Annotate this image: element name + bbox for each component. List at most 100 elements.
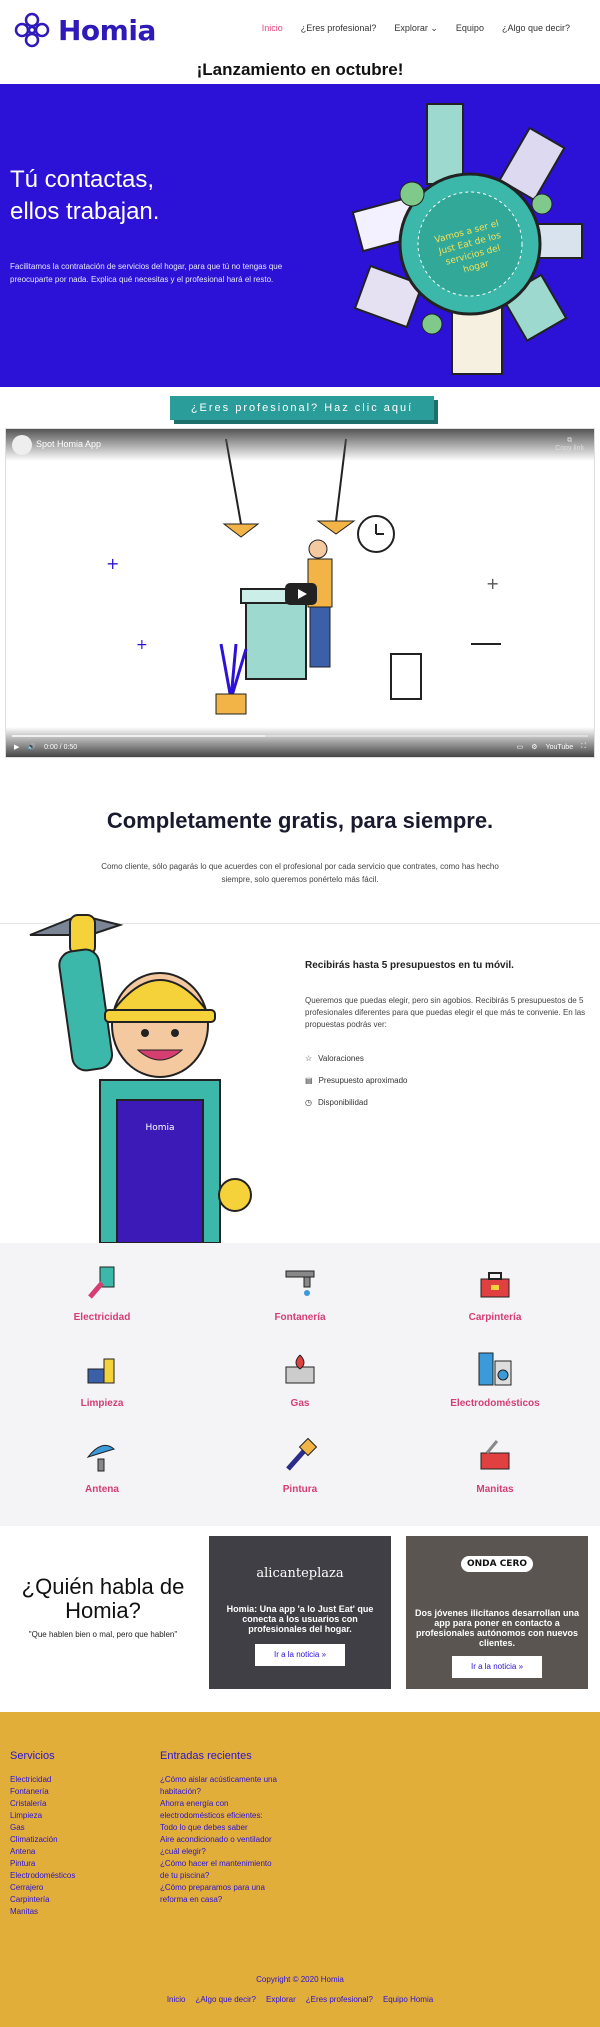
footer-service-link[interactable]: Pintura [10,1858,75,1870]
pro-button[interactable]: ¿Eres profesional? Haz clic aquí [170,396,434,420]
footer-nav-inicio[interactable]: Inicio [167,1995,186,2004]
recent-post-link[interactable]: Aire acondicionado o ventilador [160,1834,277,1846]
footer-nav-explorar[interactable]: Explorar [266,1995,296,2004]
star-icon: ☆ [305,1054,313,1063]
footer-nav-equipo[interactable]: Equipo Homia [383,1995,433,2004]
news-link-button[interactable]: Ir a la noticia » [255,1644,345,1666]
fullscreen-icon[interactable]: ⛶ [581,743,586,751]
recent-post-link[interactable]: habitación? [160,1786,277,1798]
service-manitas[interactable]: Manitas [415,1437,575,1495]
recent-post-link[interactable]: de tu piscina? [160,1870,277,1882]
footer-service-link[interactable]: Antena [10,1846,75,1858]
settings-icon[interactable]: ⚙ [531,743,537,751]
main-nav: Inicio ¿Eres profesional? Explorar ⌄ Equ… [262,23,570,34]
hero-title: Tú contactas, ellos trabajan. [10,166,160,225]
play-icon[interactable]: ▶ [14,743,19,751]
play-button[interactable] [285,583,317,605]
ondacero-logo: ONDA CERO [406,1556,588,1572]
svg-text:Homia: Homia [145,1123,174,1133]
budget-text: Queremos que puedas elegir, pero sin ago… [305,996,586,1029]
service-limpieza[interactable]: Limpieza [22,1351,182,1409]
news-link-button[interactable]: Ir a la noticia » [452,1656,542,1678]
copy-icon: ⧉ [567,437,573,444]
service-electrodomesticos[interactable]: Electrodomésticos [415,1351,575,1409]
clock-icon: ◷ [305,1098,312,1107]
appliances-icon [478,1352,512,1386]
footer-service-link[interactable]: Electrodomésticos [10,1870,75,1882]
video-title[interactable]: Spot Homia App [36,439,101,449]
footer-nav: Inicio ¿Algo que decir? Explorar ¿Eres p… [0,1995,600,2004]
recent-post-link[interactable]: Todo lo que debes saber [160,1822,277,1834]
recent-post-link[interactable]: ¿Cómo aislar acústicamente una [160,1774,277,1786]
recent-post-link[interactable]: electrodomésticos eficientes: [160,1810,277,1822]
svg-text:+: + [106,554,119,573]
recent-post-link[interactable]: reforma en casa? [160,1894,277,1906]
document-icon: ▤ [305,1076,313,1085]
footer-service-link[interactable]: Fontanería [10,1786,75,1798]
volume-icon[interactable]: 🔊 [27,743,36,751]
service-gas[interactable]: Gas [220,1351,380,1409]
svg-text:+: + [136,637,148,653]
services-section: Electricidad Fontanería Carpintería Limp… [0,1243,600,1526]
video-player[interactable]: + + + Spot Homia App ⧉ Copy link ▶ 🔊 0:0… [5,428,595,758]
recent-post-link[interactable]: ¿cuál elegir? [160,1846,277,1858]
recent-post-link[interactable]: ¿Cómo preparamos para una [160,1882,277,1894]
subtitles-icon[interactable]: ▭ [517,743,524,751]
channel-avatar[interactable] [12,435,32,455]
service-antena[interactable]: Antena [22,1437,182,1495]
nav-equipo[interactable]: Equipo [456,23,484,34]
plumbing-icon [285,1270,315,1296]
svg-text:+: + [486,574,499,593]
logo-text: Homia [58,13,156,47]
nav-explorar[interactable]: Explorar ⌄ [394,23,438,34]
free-title: Completamente gratis, para siempre. [106,808,494,833]
footer-services-title: Servicios [10,1750,55,1762]
news-card-alicanteplaza: alicanteplaza Homia: Una app 'a lo Just … [209,1536,391,1689]
copy-link-button[interactable]: ⧉ Copy link [555,437,584,452]
service-pintura[interactable]: Pintura [220,1437,380,1495]
footer-services-list: Electricidad Fontanería Cristalería Limp… [10,1774,75,1918]
worker-illustration: Homia [29,913,252,1243]
hero-section: Tú contactas, ellos trabajan. Facilitamo… [0,84,600,387]
recent-post-link[interactable]: ¿Cómo hacer el mantenimiento [160,1858,277,1870]
footer-service-link[interactable]: Climatización [10,1834,75,1846]
service-carpinteria[interactable]: Carpintería [415,1265,575,1323]
nav-profesional[interactable]: ¿Eres profesional? [301,23,377,34]
logo-icon [14,12,50,48]
footer-service-link[interactable]: Manitas [10,1906,75,1918]
footer-service-link[interactable]: Cristalería [10,1798,75,1810]
footer-nav-profesional[interactable]: ¿Eres profesional? [306,1995,373,2004]
footer-service-link[interactable]: Carpintería [10,1894,75,1906]
feature-valoraciones: ☆ Valoraciones [305,1054,364,1063]
video-progress-bar[interactable] [12,735,588,737]
footer-service-link[interactable]: Limpieza [10,1810,75,1822]
chevron-down-icon: ⌄ [430,23,438,33]
footer-service-link[interactable]: Gas [10,1822,75,1834]
electricity-icon [88,1266,115,1299]
video-progress-buffered [12,735,266,737]
cleaning-icon [87,1358,115,1384]
nav-algo-que-decir[interactable]: ¿Algo que decir? [502,23,570,34]
site-header: Homia Inicio ¿Eres profesional? Explorar… [0,0,600,58]
budget-title: Recibirás hasta 5 presupuestos en tu móv… [305,960,514,971]
feature-disponibilidad: ◷ Disponibilidad [305,1098,368,1107]
hero-text: Facilitamos la contratación de servicios… [10,262,283,284]
nav-inicio[interactable]: Inicio [262,23,283,34]
youtube-logo[interactable]: YouTube [546,744,574,751]
service-fontaneria[interactable]: Fontanería [220,1265,380,1323]
carpentry-icon [480,1272,510,1298]
news-card-ondacero: ONDA CERO Dos jóvenes ilicitanos desarro… [406,1536,588,1689]
footer-service-link[interactable]: Electricidad [10,1774,75,1786]
recent-post-link[interactable]: Ahorra energía con [160,1798,277,1810]
service-electricidad[interactable]: Electricidad [22,1265,182,1323]
feature-presupuesto: ▤ Presupuesto aproximado [305,1076,408,1085]
painting-icon [286,1437,318,1471]
footer-nav-algo-que-decir[interactable]: ¿Algo que decir? [196,1995,256,2004]
video-time: 0:00 / 0:50 [44,743,78,751]
city-globe-illustration: Vamos a ser el Just Eat de los servicios… [352,103,583,375]
free-text: Como cliente, sólo pagarás lo que acuerd… [101,862,499,884]
logo[interactable]: Homia [10,8,156,52]
launch-banner: ¡Lanzamiento en octubre! [196,60,404,79]
alicanteplaza-logo: alicanteplaza [256,1566,344,1581]
footer-service-link[interactable]: Cerrajero [10,1882,75,1894]
